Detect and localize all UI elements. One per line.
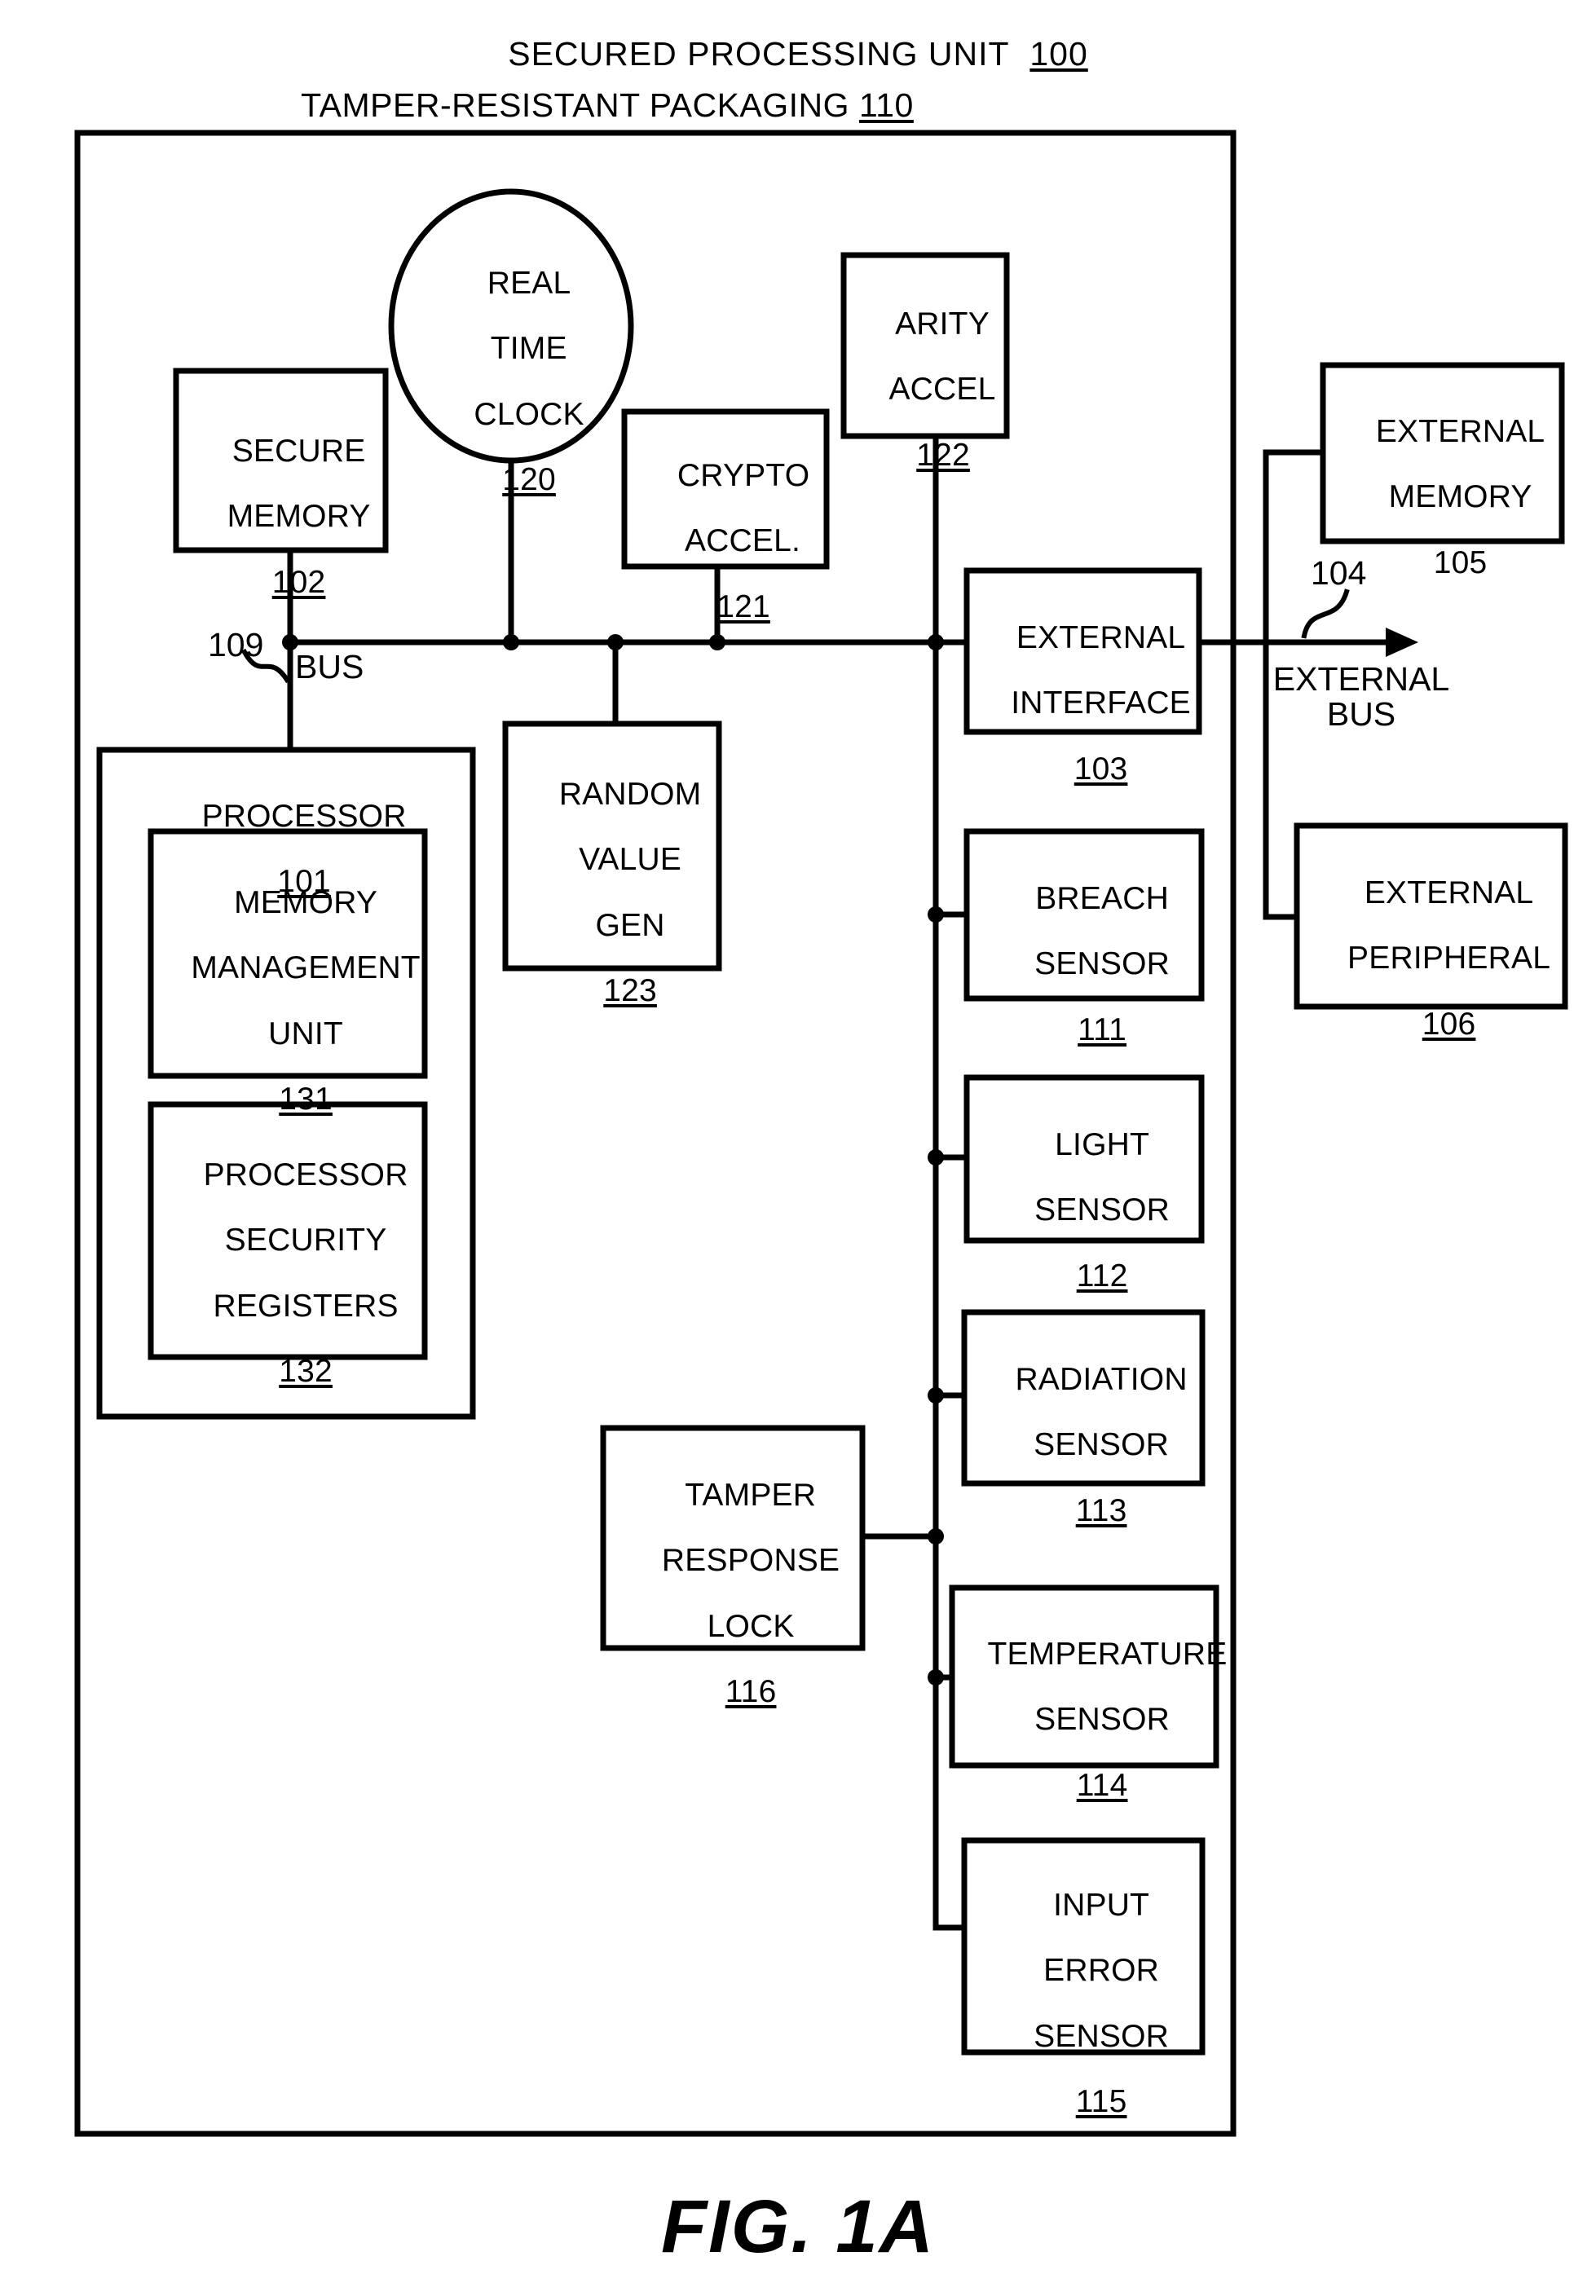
crypto-line1: CRYPTO: [677, 458, 810, 494]
breach-ref: 111: [1078, 1011, 1127, 1047]
external-peripheral-label: EXTERNAL PERIPHERAL 106: [1297, 844, 1565, 1073]
external-bus-line2: BUS: [1326, 695, 1396, 734]
secreg-line3: REGISTERS: [213, 1288, 399, 1324]
sensor-junction-dot: [928, 1387, 944, 1404]
radiation-line1: RADIATION: [1015, 1362, 1188, 1398]
tamper-lock-line3: LOCK: [707, 1608, 795, 1644]
sensor-junction-dot: [928, 906, 944, 923]
external-bus-label: EXTERNAL BUS: [1255, 660, 1467, 734]
temperature-sensor-label: TEMPERATURE SENSOR 114: [952, 1606, 1227, 1835]
input-error-sensor-label: INPUT ERROR SENSOR 115: [964, 1857, 1202, 2151]
mmu-line1: MEMORY: [234, 885, 378, 921]
bus-label: BUS: [295, 648, 364, 685]
crypto-line2: ACCEL.: [684, 523, 801, 559]
temperature-line2: SENSOR: [1034, 1702, 1171, 1738]
secreg-ref: 132: [279, 1354, 333, 1390]
radiation-line2: SENSOR: [1034, 1427, 1170, 1463]
bus-junction-dot: [503, 634, 519, 650]
crypto-accel-label: CRYPTO ACCEL. 121: [624, 427, 827, 656]
tamper-response-lock-label: TAMPER RESPONSE LOCK 116: [603, 1447, 862, 1741]
ext-if-ref: 103: [1074, 751, 1128, 787]
external-bus-ref-104: 104: [1311, 554, 1367, 592]
rvg-ref: 123: [603, 973, 657, 1009]
radiation-ref: 113: [1075, 1492, 1127, 1528]
radiation-sensor-label: RADIATION SENSOR 113: [964, 1331, 1202, 1560]
input-error-line2: ERROR: [1043, 1953, 1159, 1989]
secure-memory-ref: 102: [271, 564, 326, 600]
mmu-label: MEMORY MANAGEMENT UNIT 131: [151, 854, 425, 1148]
figure-title: SECURED PROCESSING UNIT 100: [0, 37, 1596, 71]
breach-line2: SENSOR: [1034, 946, 1171, 982]
arity-line2: ACCEL: [888, 372, 996, 408]
light-line2: SENSOR: [1034, 1192, 1171, 1228]
tamper-lock-line2: RESPONSE: [661, 1543, 840, 1579]
light-line1: LIGHT: [1055, 1127, 1149, 1163]
rvg-line2: VALUE: [579, 842, 682, 878]
processor-line1: PROCESSOR: [201, 799, 407, 835]
ext-periph-line2: PERIPHERAL: [1347, 941, 1551, 976]
mmu-ref: 131: [279, 1082, 333, 1117]
input-error-line1: INPUT: [1053, 1888, 1150, 1924]
random-value-gen-label: RANDOM VALUE GEN 123: [505, 746, 719, 1040]
packaging-title: TAMPER-RESISTANT PACKAGING 110: [0, 88, 1215, 122]
packaging-title-ref: 110: [858, 86, 914, 124]
secure-memory-label: SECURE MEMORY 102: [176, 403, 386, 632]
input-error-line3: SENSOR: [1034, 2018, 1170, 2054]
ext-if-line2: INTERFACE: [1011, 685, 1191, 721]
figure-sheet: SECURED PROCESSING UNIT 100 TAMPER-RESIS…: [0, 0, 1596, 2296]
external-bus-arrowhead: [1386, 628, 1418, 657]
ext-if-line1: EXTERNAL: [1016, 620, 1186, 656]
breach-line1: BREACH: [1035, 881, 1169, 917]
secreg-line2: SECURITY: [224, 1223, 387, 1258]
real-time-clock-label: REAL TIME CLOCK 120: [391, 235, 631, 529]
packaging-title-text: TAMPER-RESISTANT PACKAGING: [301, 86, 850, 124]
crypto-ref: 121: [716, 588, 770, 624]
security-registers-label: PROCESSOR SECURITY REGISTERS 132: [151, 1126, 425, 1421]
secure-memory-line1: SECURE: [231, 434, 366, 469]
mmu-line2: MANAGEMENT: [191, 950, 421, 986]
temperature-line1: TEMPERATURE: [987, 1637, 1228, 1672]
arity-accel-label: ARITY ACCEL 122: [844, 275, 1007, 505]
sensor-junction-dot: [928, 1669, 944, 1686]
ext-mem-ref: 105: [1433, 544, 1488, 580]
breach-sensor-label: BREACH SENSOR 111: [967, 850, 1201, 1079]
tamper-lock-line1: TAMPER: [685, 1478, 817, 1514]
light-ref: 112: [1076, 1258, 1128, 1293]
ext-periph-line1: EXTERNAL: [1364, 875, 1534, 911]
secure-memory-line2: MEMORY: [227, 499, 371, 535]
figure-title-text: SECURED PROCESSING UNIT: [508, 35, 1010, 73]
ext-mem-line2: MEMORY: [1388, 479, 1532, 515]
figure-title-ref: 100: [1029, 35, 1088, 73]
rtc-line1: REAL: [487, 266, 571, 302]
sensor-junction-dot: [928, 1528, 944, 1545]
secreg-line1: PROCESSOR: [203, 1157, 408, 1193]
light-sensor-label: LIGHT SENSOR 112: [967, 1096, 1201, 1325]
rtc-ref: 120: [502, 462, 556, 498]
rvg-line1: RANDOM: [558, 777, 702, 813]
tamper-lock-ref: 116: [725, 1674, 777, 1710]
sensor-junction-dot: [928, 1149, 944, 1166]
rtc-line3: CLOCK: [474, 396, 584, 432]
figure-caption: FIG. 1A: [660, 2185, 936, 2268]
bus-junction-dot: [607, 634, 624, 650]
ext-mem-line1: EXTERNAL: [1375, 414, 1545, 450]
arity-line1: ARITY: [895, 306, 990, 342]
external-interface-label: EXTERNAL INTERFACE 103: [967, 589, 1199, 818]
temperature-ref: 114: [1076, 1767, 1128, 1803]
bus-ref-109: 109: [208, 626, 264, 663]
mmu-line3: UNIT: [268, 1016, 343, 1051]
external-bus-line1: EXTERNAL: [1272, 660, 1450, 698]
rtc-line2: TIME: [490, 331, 567, 367]
arity-ref: 122: [916, 437, 970, 473]
input-error-ref: 115: [1075, 2084, 1127, 2120]
ext-periph-ref: 106: [1422, 1006, 1476, 1042]
rvg-line3: GEN: [595, 907, 665, 943]
